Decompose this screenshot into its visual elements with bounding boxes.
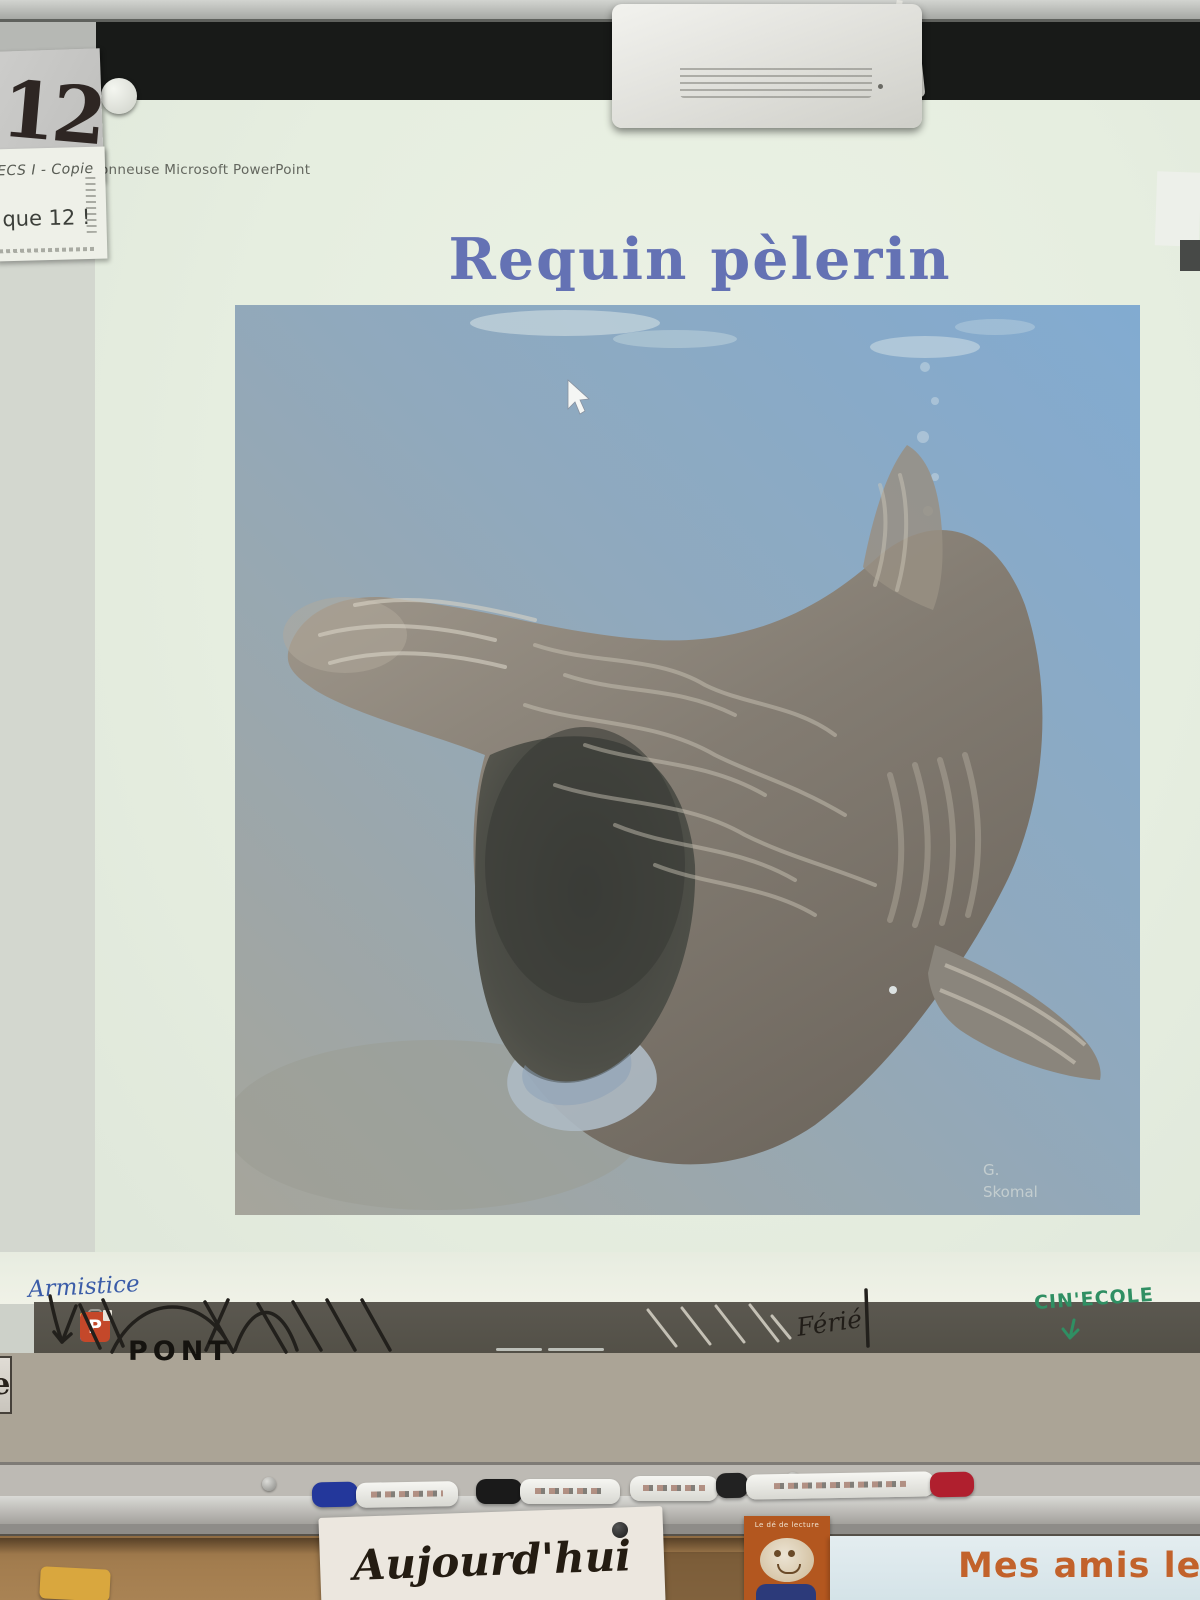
basking-shark-photo: G. Skomal [235, 305, 1140, 1215]
calendar-day-card: Me [0, 1356, 12, 1414]
today-card-text: Aujourd'hui [319, 1530, 665, 1591]
marker-white [630, 1476, 718, 1501]
slide-title: Requin pèlerin [380, 226, 1020, 293]
marker-red-cap [930, 1472, 974, 1498]
reading-mascot [760, 1538, 814, 1582]
calendar-backing [0, 1353, 1200, 1463]
powerpoint-window-title: onneuse Microsoft PowerPoint [100, 162, 310, 178]
svg-text:G.: G. [983, 1161, 999, 1179]
projector-glare [0, 1252, 1200, 1304]
reading-poster-figure [756, 1584, 816, 1600]
white-magnet [101, 78, 137, 114]
note-line1: ECS I - Copie [0, 161, 94, 180]
marker-black-body [520, 1479, 620, 1504]
reading-poster: Le dé de lecture [744, 1516, 830, 1600]
dark-tab-right [1180, 240, 1200, 271]
cork-shadow [658, 1552, 750, 1600]
svg-text:Skomal: Skomal [983, 1183, 1038, 1201]
powerpoint-icon[interactable]: P [80, 1312, 110, 1342]
card-pin [612, 1522, 628, 1538]
taped-paper-right [1155, 171, 1200, 246]
projected-taskbar: P [34, 1302, 1200, 1353]
speaker-box [612, 4, 922, 128]
note-paper: ECS I - Copie que 12 ! [0, 147, 107, 262]
today-card: Aujourd'hui [318, 1506, 665, 1600]
mounting-rail [0, 0, 1200, 22]
active-app-indicator [496, 1348, 542, 1351]
marker-black-cap [476, 1479, 522, 1504]
reading-poster-title: Le dé de lecture [744, 1521, 830, 1529]
note-scribble [0, 247, 95, 254]
marker-blue-cap [312, 1482, 358, 1508]
friends-poster: Mes amis le [830, 1536, 1200, 1600]
friends-poster-text: Mes amis le [958, 1546, 1200, 1586]
active-app-indicator [548, 1348, 604, 1351]
classroom-scene: onneuse Microsoft PowerPoint Requin pèle… [0, 0, 1200, 1600]
speaker-led [878, 84, 883, 89]
tray-pin [262, 1477, 276, 1491]
note-line2: que 12 ! [2, 205, 91, 231]
yellow-object [39, 1566, 111, 1600]
marker-red-body [746, 1471, 934, 1499]
marker-blue-body [356, 1481, 458, 1508]
speaker-grille [680, 64, 872, 98]
marker-red-end [716, 1473, 748, 1499]
